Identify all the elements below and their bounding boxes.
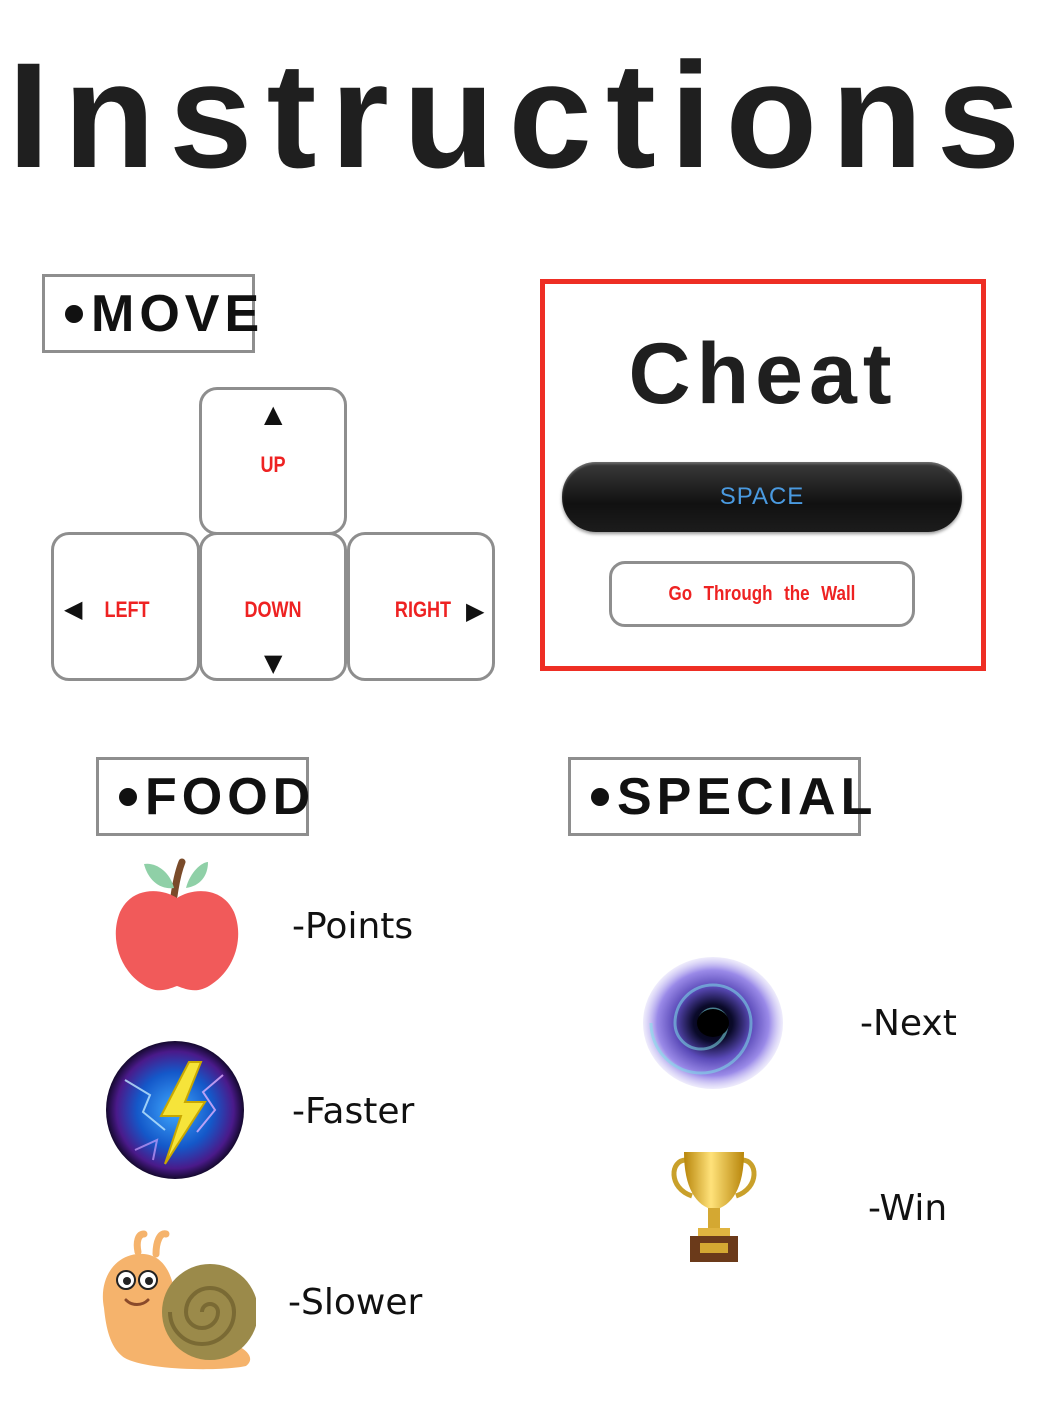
move-section-label: MOVE [42, 274, 259, 353]
bullet-dot [65, 304, 83, 323]
right-key-label: RIGHT [394, 597, 452, 622]
space-key: SPACE [562, 462, 962, 532]
food-item-label: -Slower [288, 1282, 423, 1323]
bullet-dot [591, 787, 609, 806]
left-arrow-icon: ◀ [64, 595, 83, 623]
up-key: ▲ UP [199, 387, 347, 535]
move-label-text: MOVE [91, 284, 265, 343]
down-key: DOWN ▼ [199, 532, 347, 681]
food-item-label: -Faster [292, 1091, 415, 1132]
food-label-text: FOOD [145, 767, 316, 826]
bullet-dot [119, 787, 137, 806]
snail-icon [98, 1228, 256, 1373]
down-key-label: DOWN [244, 597, 302, 622]
special-item-label: -Win [868, 1188, 948, 1229]
special-label-text: SPECIAL [617, 767, 878, 826]
cheat-description: Go Through the Wall [668, 582, 856, 605]
right-key: RIGHT ▶ [347, 532, 495, 681]
up-key-label: UP [260, 452, 286, 477]
space-key-label: SPACE [719, 483, 805, 510]
special-item-label: -Next [860, 1003, 957, 1044]
food-section-label: FOOD [96, 757, 310, 836]
left-key-label: LEFT [104, 597, 150, 622]
page-title: Instructions [7, 31, 1035, 199]
cheat-description-box: Go Through the Wall [609, 561, 915, 627]
food-item-label: -Points [292, 906, 414, 947]
down-arrow-icon: ▼ [264, 649, 283, 677]
cheat-title: Cheat [628, 326, 898, 422]
lightning-orb-icon [105, 1040, 245, 1180]
apple-icon [110, 858, 245, 996]
special-section-label: SPECIAL [568, 757, 872, 836]
right-arrow-icon: ▶ [466, 597, 485, 625]
left-key: ◀ LEFT [51, 532, 200, 681]
black-hole-icon [642, 956, 784, 1090]
trophy-icon [666, 1148, 762, 1266]
up-arrow-icon: ▲ [264, 400, 283, 428]
